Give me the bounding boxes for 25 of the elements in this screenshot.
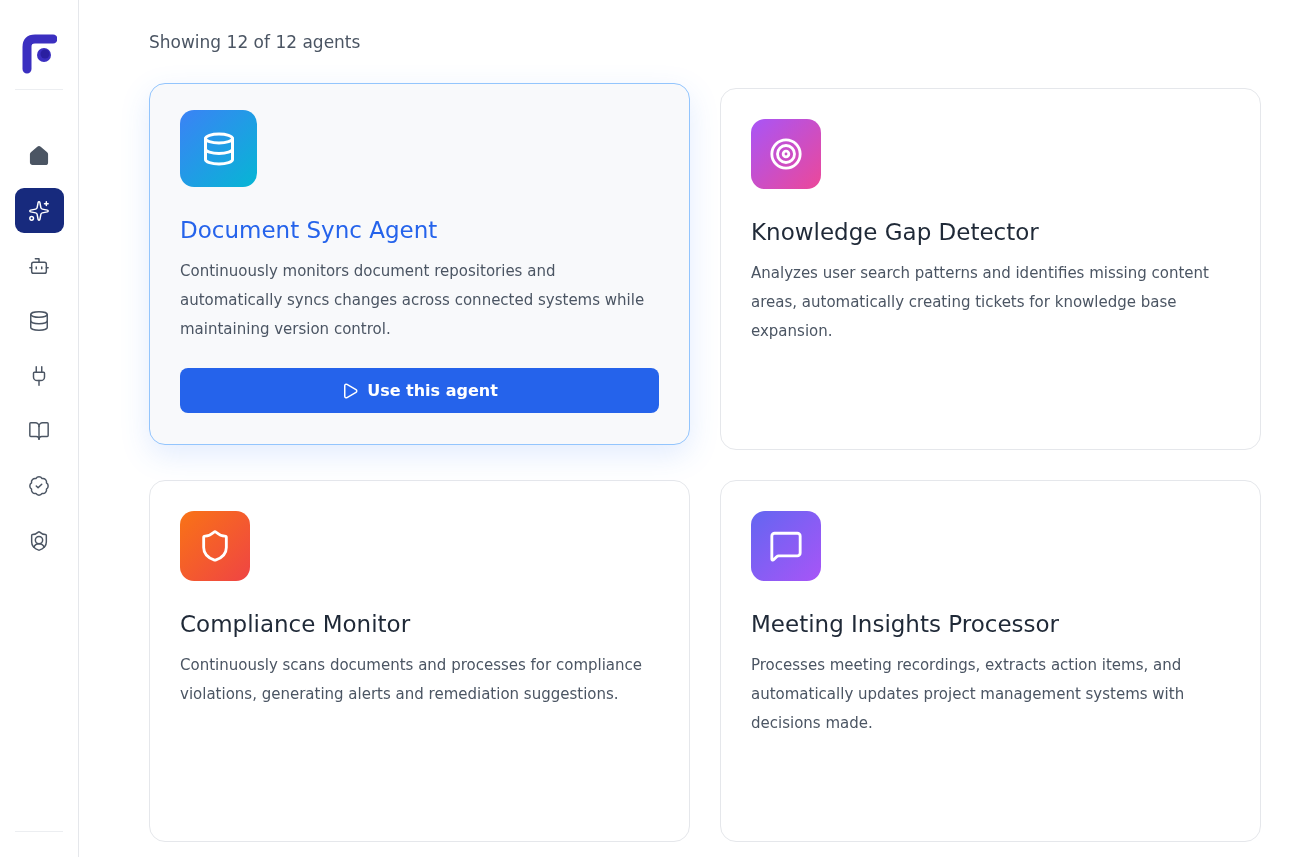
book-icon: [28, 419, 50, 442]
agent-title: Meeting Insights Processor: [751, 611, 1061, 637]
nav-button[interactable]: [14, 188, 64, 233]
agent-description: Continuously scans documents and processes for compliance violations, generating alerts and remediation suggestions.: [180, 655, 644, 705]
shield-user-icon: [28, 529, 50, 552]
play-icon: [341, 381, 360, 400]
agent-card[interactable]: Document Sync Agent Continuously monitors document repositories and automatically syncs changes across connected systems while maintaining version control. Use this agent: [149, 83, 690, 445]
agent-title: Knowledge Gap Detector: [751, 219, 1040, 245]
badge-check-icon: [28, 474, 50, 497]
agent-title: Compliance Monitor: [180, 611, 412, 637]
message-icon: [769, 529, 803, 563]
target-icon: [769, 137, 803, 171]
use-agent-button[interactable]: Use this agent: [180, 368, 659, 413]
agent-description: Continuously monitors document repositories and automatically syncs changes across connected systems while maintaining version control.: [180, 261, 646, 340]
agent-card[interactable]: Knowledge Gap Detector Analyzes user search patterns and identifies missing content areas, automatically creating tickets for knowledge base expansion.: [720, 88, 1261, 450]
sparkles-icon: [28, 199, 50, 222]
home-icon: [28, 144, 50, 167]
agent-card[interactable]: Meeting Insights Processor Processes meeting recordings, extracts action items, and automatically updates project management systems with decisions made.: [720, 480, 1261, 842]
logo: [21, 33, 57, 75]
agent-title: Document Sync Agent: [180, 217, 439, 243]
agent-card[interactable]: Compliance Monitor Continuously scans documents and processes for compliance violations, generating alerts and remediation suggestions.: [149, 480, 690, 842]
database-icon: [28, 309, 50, 332]
agent-description: Analyzes user search patterns and identifies missing content areas, automatically creating tickets for knowledge base expansion.: [751, 263, 1210, 342]
results-count: Showing 12 of 12 agents: [149, 32, 362, 52]
agent-description: Processes meeting recordings, extracts action items, and automatically updates project management systems with decisions made.: [751, 655, 1186, 734]
